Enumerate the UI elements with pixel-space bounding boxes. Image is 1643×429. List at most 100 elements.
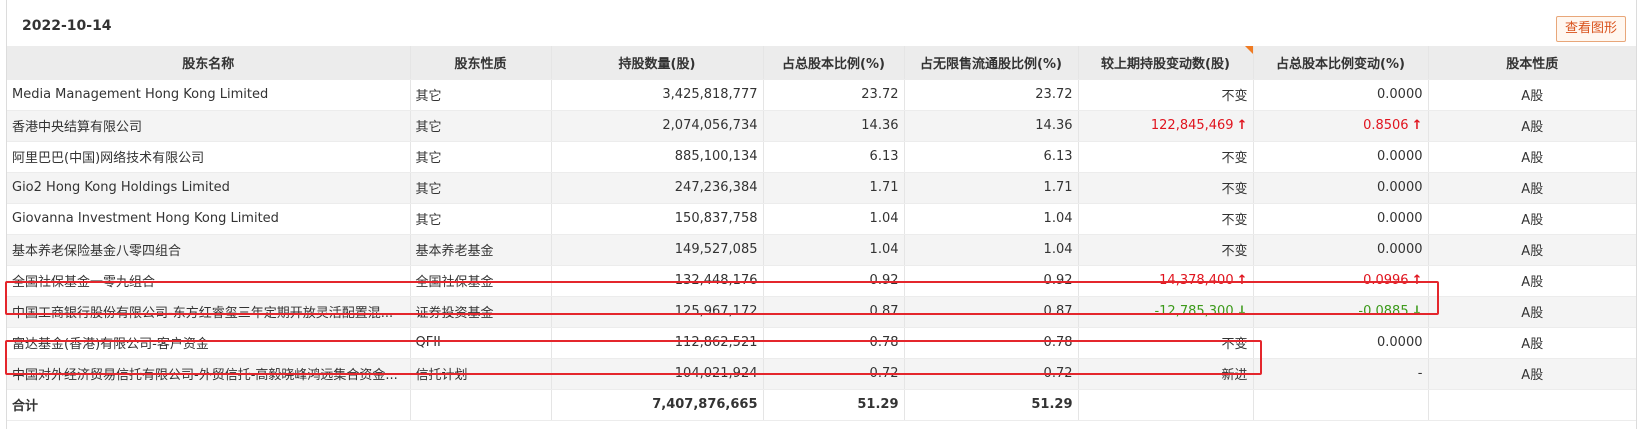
pct-change-value: 0.8506 (1363, 118, 1409, 133)
shareholder-nature: 其它 (410, 79, 552, 111)
shareholder-nature: 基本养老基金 (410, 234, 552, 266)
col-total-pct-header[interactable]: 占总股本比例(%) (763, 46, 905, 80)
shareholder-name-link[interactable]: Giovanna Investment Hong Kong Limited (7, 203, 411, 235)
shareholder-name-link[interactable]: 富达基金(香港)有限公司-客户资金 (7, 327, 411, 359)
arrow-up-icon: ↑ (1236, 273, 1248, 288)
float-pct: 1.71 (904, 172, 1079, 204)
total-empty (1253, 389, 1429, 421)
float-pct: 0.92 (904, 265, 1079, 297)
share-type: A股 (1428, 141, 1636, 173)
total-row: 合计 7,407,876,665 51.29 51.29 (7, 389, 1636, 421)
pct-change-value: 0.0000 (1377, 335, 1423, 350)
pct-change-value: - (1417, 366, 1423, 381)
change-shares: 不变 (1078, 79, 1254, 111)
total-pct: 0.72 (763, 358, 905, 390)
shareholder-name-link[interactable]: Media Management Hong Kong Limited (7, 79, 411, 111)
col-change-shares-header[interactable]: 较上期持股变动数(股) (1078, 46, 1254, 80)
shareholder-name-link[interactable]: 中国工商银行股份有限公司-东方红睿玺三年定期开放灵活配置混... (7, 296, 411, 328)
col-share-type-header[interactable]: 股本性质 (1428, 46, 1636, 80)
total-pct: 1.04 (763, 203, 905, 235)
total-pct: 0.78 (763, 327, 905, 359)
pct-change: 0.0000 (1253, 327, 1429, 359)
pct-change: - (1253, 358, 1429, 390)
pct-change-value: 0.0000 (1377, 149, 1423, 164)
col-pct-change-header[interactable]: 占总股本比例变动(%) (1253, 46, 1429, 80)
col-shareholder-nature-header[interactable]: 股东性质 (410, 46, 552, 80)
share-type: A股 (1428, 327, 1636, 359)
change-shares-value: 不变 (1221, 182, 1248, 197)
change-shares: 不变 (1078, 234, 1254, 266)
report-date: 2022-10-14 (22, 18, 112, 34)
table-header-row: 股东名称 股东性质 持股数量(股) 占总股本比例(%) 占无限售流通股比例(%) 较上期持… (7, 46, 1636, 80)
arrow-down-icon: ↓ (1411, 304, 1423, 319)
shareholder-nature: 其它 (410, 110, 552, 142)
view-chart-button[interactable]: 查看图形 (1555, 16, 1626, 42)
table-row: 中国工商银行股份有限公司-东方红睿玺三年定期开放灵活配置混... 证券投资基金 12… (7, 296, 1636, 328)
shares-held: 149,527,085 (551, 234, 764, 266)
table-row: Giovanna Investment Hong Kong Limited 其它 1… (7, 203, 1636, 235)
total-empty (410, 389, 552, 421)
total-pct: 0.92 (763, 265, 905, 297)
pct-change: 0.0000 (1253, 172, 1429, 204)
float-pct: 1.04 (904, 234, 1079, 266)
pct-change-value: 0.0000 (1377, 242, 1423, 257)
total-pct: 1.71 (763, 172, 905, 204)
total-pct: 23.72 (763, 79, 905, 111)
table-row: Media Management Hong Kong Limited 其它 3,42… (7, 79, 1636, 111)
float-pct: 0.78 (904, 327, 1079, 359)
shareholder-name-link[interactable]: 基本养老保险基金八零四组合 (7, 234, 411, 266)
change-shares: 122,845,469 ↑ (1078, 110, 1254, 142)
shareholder-nature: QFII (410, 327, 552, 359)
float-pct: 0.87 (904, 296, 1079, 328)
arrow-up-icon: ↑ (1411, 273, 1423, 288)
col-shares-held-header[interactable]: 持股数量(股) (551, 46, 764, 80)
shareholder-name-link[interactable]: 全国社保基金一零九组合 (7, 265, 411, 297)
shares-held: 885,100,134 (551, 141, 764, 173)
float-pct: 0.72 (904, 358, 1079, 390)
pct-change: 0.8506 ↑ (1253, 110, 1429, 142)
col-shareholder-name-header[interactable]: 股东名称 (7, 46, 411, 80)
float-pct: 14.36 (904, 110, 1079, 142)
share-type: A股 (1428, 265, 1636, 297)
change-shares: 不变 (1078, 141, 1254, 173)
arrow-down-icon: ↓ (1236, 304, 1248, 319)
pct-change: 0.0000 (1253, 203, 1429, 235)
shares-held: 112,862,521 (551, 327, 764, 359)
shareholder-table: 股东名称 股东性质 持股数量(股) 占总股本比例(%) 占无限售流通股比例(%) 较上期持… (7, 46, 1636, 421)
total-pct-sum: 51.29 (763, 389, 905, 421)
share-type: A股 (1428, 296, 1636, 328)
table-row: Gio2 Hong Kong Holdings Limited 其它 247,236… (7, 172, 1636, 204)
shareholder-nature: 其它 (410, 172, 552, 204)
shares-held: 150,837,758 (551, 203, 764, 235)
table-row: 中国对外经济贸易信托有限公司-外贸信托-高毅晓峰鸿远集合资金... 信托计划 104… (7, 358, 1636, 390)
share-type: A股 (1428, 79, 1636, 111)
shareholder-name-link[interactable]: 中国对外经济贸易信托有限公司-外贸信托-高毅晓峰鸿远集合资金... (7, 358, 411, 390)
change-shares: 不变 (1078, 203, 1254, 235)
table-row: 香港中央结算有限公司 其它 2,074,056,734 14.36 14.36 122,8… (7, 110, 1636, 142)
change-shares: 不变 (1078, 327, 1254, 359)
shareholder-name-link[interactable]: Gio2 Hong Kong Holdings Limited (7, 172, 411, 204)
col-float-pct-header[interactable]: 占无限售流通股比例(%) (904, 46, 1079, 80)
share-type: A股 (1428, 203, 1636, 235)
change-shares-value: -12,785,300 (1154, 304, 1234, 319)
shares-held: 247,236,384 (551, 172, 764, 204)
shareholder-name-link[interactable]: 阿里巴巴(中国)网络技术有限公司 (7, 141, 411, 173)
change-shares: 14,378,400 ↑ (1078, 265, 1254, 297)
shareholder-nature: 证券投资基金 (410, 296, 552, 328)
share-type: A股 (1428, 234, 1636, 266)
shareholder-panel: 2022-10-14 查看图形 股东名称 股东性质 持股数量(股) 占总股本比例(%)… (5, 0, 1637, 429)
float-pct: 6.13 (904, 141, 1079, 173)
float-pct: 1.04 (904, 203, 1079, 235)
shares-held: 3,425,818,777 (551, 79, 764, 111)
pct-change: 0.0996 ↑ (1253, 265, 1429, 297)
change-shares: 新进 (1078, 358, 1254, 390)
total-empty (1078, 389, 1254, 421)
shareholder-nature: 其它 (410, 141, 552, 173)
shareholder-name-link[interactable]: 香港中央结算有限公司 (7, 110, 411, 142)
change-shares-value: 新进 (1221, 368, 1248, 383)
arrow-up-icon: ↑ (1236, 118, 1248, 133)
change-shares-value: 不变 (1221, 151, 1248, 166)
shareholder-nature: 其它 (410, 203, 552, 235)
table-row: 全国社保基金一零九组合 全国社保基金 132,448,176 0.92 0.92 14,3… (7, 265, 1636, 297)
total-float-pct-sum: 51.29 (904, 389, 1079, 421)
